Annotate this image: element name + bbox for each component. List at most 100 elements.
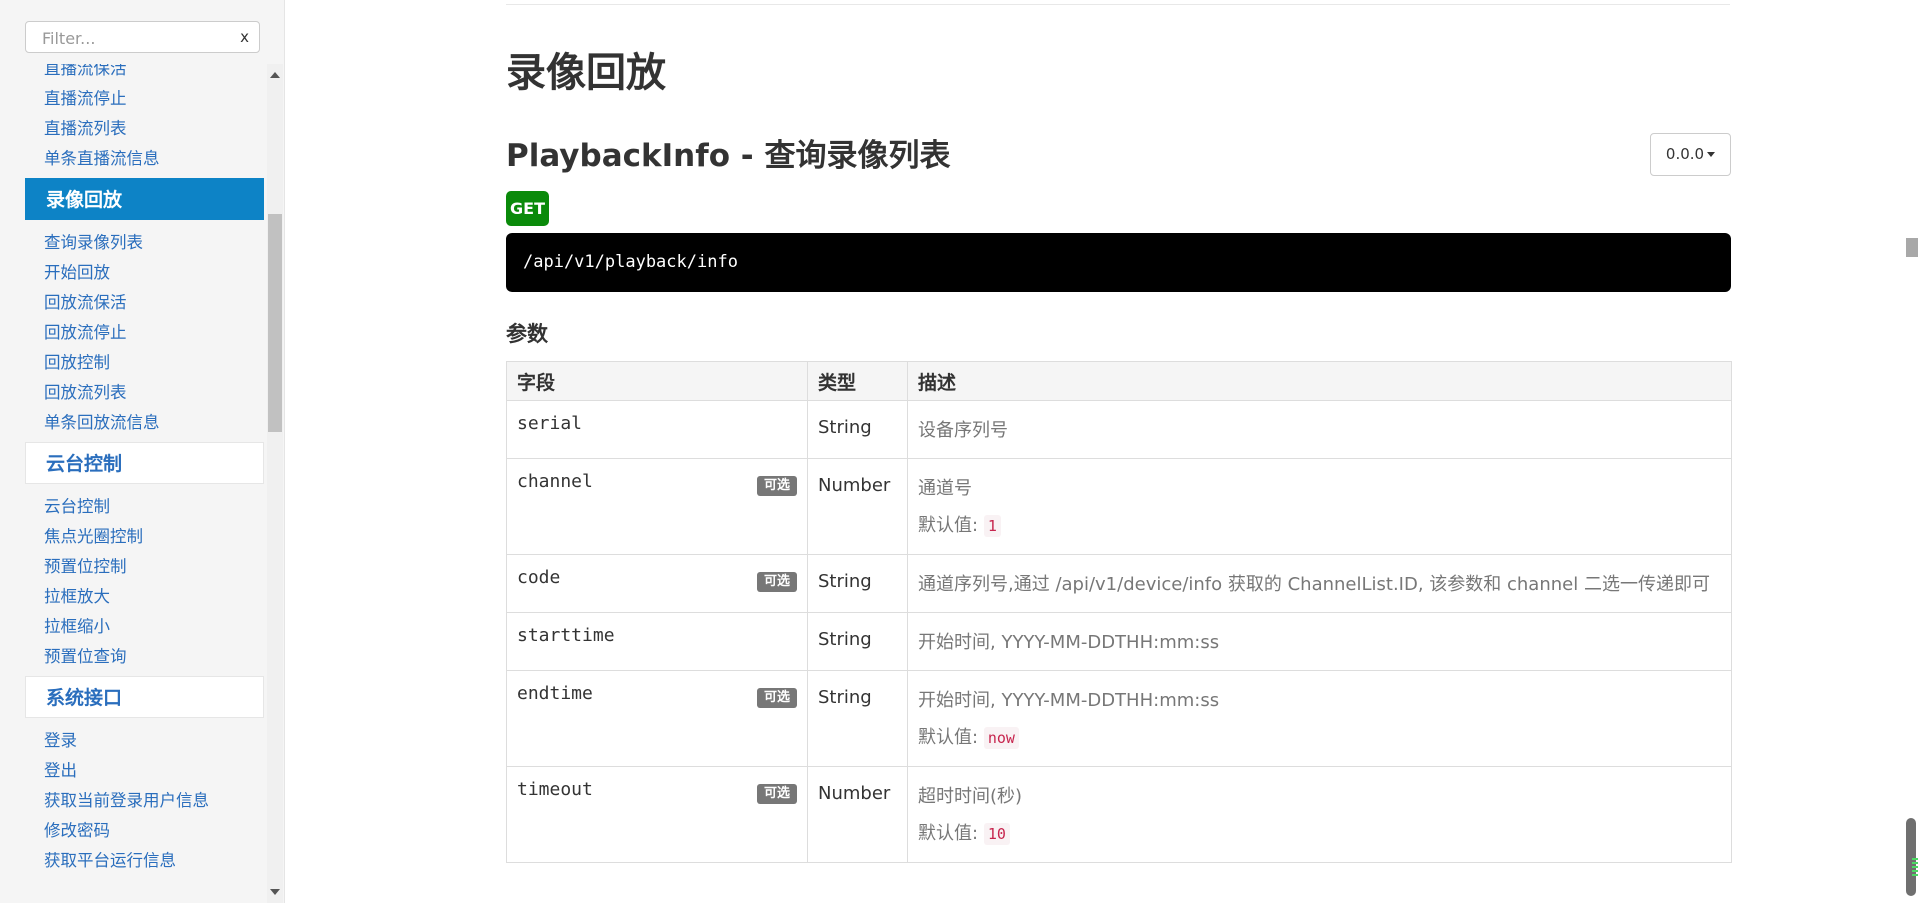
param-description: 设备序列号 (918, 420, 1008, 441)
column-header-type: 类型 (807, 361, 908, 401)
sidebar-item[interactable]: 直播流停止 (0, 84, 267, 114)
grip-line (1912, 870, 1918, 872)
param-field-cell: endtime 可选 (506, 670, 808, 767)
sidebar-item[interactable]: 获取平台运行信息 (0, 846, 267, 876)
sidebar-item[interactable]: 预置位控制 (0, 552, 267, 582)
grip-line (1912, 866, 1918, 868)
sidebar-scrollbar[interactable] (267, 64, 283, 903)
main-content: 录像回放 PlaybackInfo - 查询录像列表 0.0.0 GET /ap… (286, 0, 1902, 903)
caret-down-icon (1707, 152, 1716, 157)
param-type-cell: String (807, 670, 908, 767)
sidebar-item[interactable]: 登出 (0, 756, 267, 786)
default-label: 默认值: (918, 515, 979, 536)
grip-line (1912, 858, 1918, 860)
param-description: 通道号 (918, 478, 972, 499)
param-field-name: channel (517, 471, 593, 492)
optional-badge: 可选 (756, 688, 797, 708)
param-default: 默认值: now (918, 724, 1721, 752)
table-row: endtime 可选 String 开始时间, YYYY-MM-DDTHH:mm:ss… (506, 670, 1732, 767)
param-default: 默认值: 10 (918, 820, 1721, 848)
sidebar-section-header[interactable]: 系统接口 (25, 676, 264, 718)
params-table: 字段 类型 描述 serial String 设备序列号 channel 可选 Numbe… (506, 361, 1732, 863)
table-row: starttime String 开始时间, YYYY-MM-DDTHH:mm:ss (506, 612, 1732, 671)
optional-badge: 可选 (756, 784, 797, 804)
sidebar-nav-list: 直播流保活 直播流停止 直播流列表 单条直播流信息录像回放查询录像列表 开始回放 回放流保… (0, 64, 267, 876)
default-value: 10 (983, 823, 1010, 845)
param-description: 开始时间, YYYY-MM-DDTHH:mm:ss (918, 690, 1220, 711)
filter-clear-button[interactable]: x (240, 28, 249, 46)
sidebar-item[interactable]: 拉框缩小 (0, 612, 267, 642)
optional-badge: 可选 (756, 572, 797, 592)
sidebar: x 直播流保活直播流停止直播流列表单条直播流信息录像回放查询录像列表开始回放回放… (0, 0, 285, 903)
sidebar-section-header[interactable]: 云台控制 (25, 442, 264, 484)
default-label: 默认值: (918, 823, 979, 844)
filter-box: x (25, 21, 260, 53)
endpoint-title: PlaybackInfo - 查询录像列表 (506, 138, 951, 174)
table-row: timeout 可选 Number 超时时间(秒) 默认值: 10 (506, 766, 1732, 863)
endpoint-url: /api/v1/playback/info (506, 233, 1731, 292)
sidebar-item[interactable]: 获取当前登录用户信息 (0, 786, 267, 816)
param-description: 通道序列号,通过 /api/v1/device/info 获取的 Channel… (918, 574, 1710, 595)
sidebar-item[interactable]: 回放流停止 (0, 318, 267, 348)
param-field-name: starttime (517, 625, 615, 646)
sidebar-item[interactable]: 拉框放大 (0, 582, 267, 612)
default-value: now (983, 727, 1019, 749)
sidebar-item[interactable]: 回放流保活 (0, 288, 267, 318)
param-type-cell: String (807, 554, 908, 613)
divider (506, 2, 1730, 5)
sidebar-item[interactable]: 焦点光圈控制 (0, 522, 267, 552)
param-field-cell: timeout 可选 (506, 766, 808, 863)
column-header-desc: 描述 (907, 361, 1732, 401)
sidebar-item[interactable]: 修改密码 (0, 816, 267, 846)
sidebar-item[interactable]: 单条直播流信息 (0, 144, 267, 174)
param-description: 开始时间, YYYY-MM-DDTHH:mm:ss (918, 632, 1220, 653)
param-field-cell: starttime (506, 612, 808, 671)
table-row: serial String 设备序列号 (506, 400, 1732, 459)
grip-line (1912, 862, 1918, 864)
param-type-cell: String (807, 612, 908, 671)
page-scrollbar-thumb[interactable] (1906, 818, 1918, 896)
params-title: 参数 (506, 322, 548, 346)
sidebar-item[interactable]: 回放控制 (0, 348, 267, 378)
table-header-row: 字段 类型 描述 (506, 361, 1732, 401)
param-desc-cell: 通道号默认值: 1 (907, 458, 1732, 555)
sidebar-item[interactable]: 单条回放流信息 (0, 408, 267, 438)
param-type-cell: Number (807, 766, 908, 863)
scroll-down-icon[interactable] (270, 889, 280, 895)
grip-line (1912, 874, 1918, 876)
sidebar-item[interactable]: 预置位查询 (0, 642, 267, 672)
params-table-body: serial String 设备序列号 channel 可选 Number 通道号 默认值: … (506, 400, 1732, 863)
section-title: 录像回放 (506, 50, 666, 96)
version-label: 0.0.0 (1665, 145, 1705, 163)
table-row: channel 可选 Number 通道号 默认值: 1 (506, 458, 1732, 555)
sidebar-item[interactable]: 云台控制 (0, 492, 267, 522)
param-type-cell: String (807, 400, 908, 459)
sidebar-item[interactable]: 直播流保活 (0, 64, 267, 84)
default-value: 1 (983, 515, 1001, 537)
table-row: code 可选 String 通道序列号,通过 /api/v1/device/info… (506, 554, 1732, 613)
sidebar-item[interactable]: 直播流列表 (0, 114, 267, 144)
sidebar-item[interactable]: 登录 (0, 726, 267, 756)
sidebar-item[interactable]: 查询录像列表 (0, 228, 267, 258)
sidebar-nav: 直播流保活 直播流停止 直播流列表 单条直播流信息录像回放查询录像列表 开始回放 回放流保… (0, 64, 267, 903)
param-field-name: timeout (517, 779, 593, 800)
page-scrollbar[interactable] (1902, 0, 1920, 903)
param-description: 超时时间(秒) (918, 786, 1023, 807)
filter-input[interactable] (40, 27, 230, 49)
sidebar-section-header[interactable]: 录像回放 (25, 178, 264, 220)
param-default: 默认值: 1 (918, 512, 1721, 540)
param-field-name: endtime (517, 683, 593, 704)
param-desc-cell: 开始时间, YYYY-MM-DDTHH:mm:ss 默认值: now (907, 670, 1732, 767)
sidebar-scrollbar-thumb[interactable] (268, 214, 282, 432)
sidebar-item[interactable]: 回放流列表 (0, 378, 267, 408)
param-field-cell: channel 可选 (506, 458, 808, 555)
default-label: 默认值: (918, 727, 979, 748)
param-field-cell: code 可选 (506, 554, 808, 613)
param-type-cell: Number (807, 458, 908, 555)
scroll-position-marker (1906, 238, 1918, 257)
sidebar-item[interactable]: 开始回放 (0, 258, 267, 288)
param-field-name: code (517, 567, 561, 588)
version-dropdown[interactable]: 0.0.0 (1650, 133, 1731, 176)
param-desc-cell: 开始时间, YYYY-MM-DDTHH:mm:ss (907, 612, 1732, 671)
scroll-up-icon[interactable] (270, 72, 280, 78)
